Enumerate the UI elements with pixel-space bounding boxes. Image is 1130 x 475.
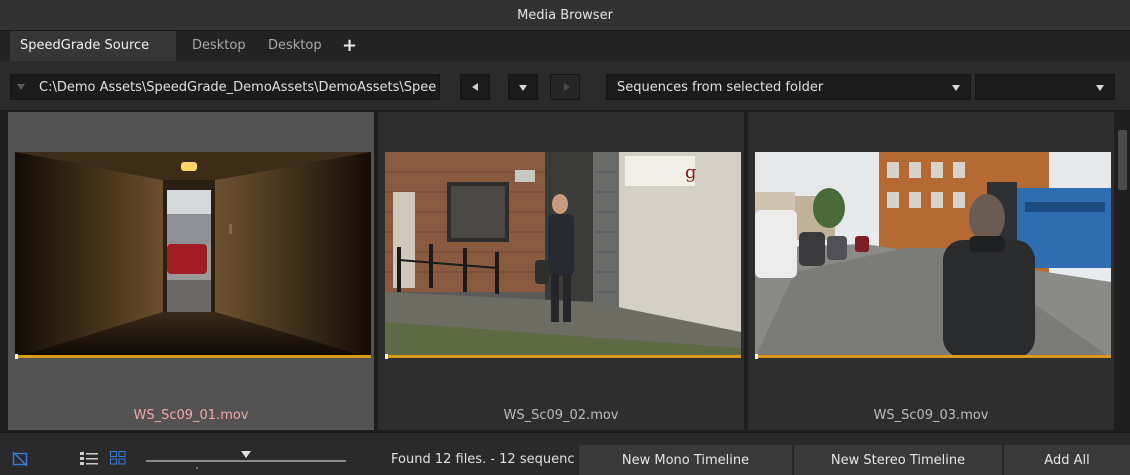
- arrow-right-icon: [564, 83, 570, 91]
- status-bar: Found 12 files. - 12 sequenc New Mono Ti…: [0, 432, 1130, 475]
- title-bar: Media Browser: [0, 0, 1130, 31]
- scrollbar-thumb[interactable]: [1118, 130, 1127, 190]
- arrow-left-icon: [472, 83, 478, 91]
- tab-bar: SpeedGrade Source Desktop Desktop +: [0, 31, 1130, 61]
- chevron-down-icon: [952, 85, 960, 91]
- sequence-filter-value: Sequences from selected folder: [617, 80, 824, 95]
- playhead[interactable]: [385, 354, 388, 359]
- playhead[interactable]: [15, 354, 18, 359]
- media-filename: WS_Sc09_01.mov: [133, 408, 249, 423]
- path-field[interactable]: C:\Demo Assets\SpeedGrade_DemoAssets\Dem…: [10, 74, 440, 100]
- new-mono-timeline-button[interactable]: New Mono Timeline: [578, 445, 792, 475]
- back-button[interactable]: [460, 74, 490, 100]
- tab-speedgrade-source[interactable]: SpeedGrade Source: [10, 31, 176, 61]
- add-all-button[interactable]: Add All: [1003, 445, 1130, 475]
- path-text: C:\Demo Assets\SpeedGrade_DemoAssets\Dem…: [39, 80, 437, 95]
- media-item[interactable]: WS_Sc09_01.mov: [8, 112, 374, 430]
- slider-handle[interactable]: [241, 451, 251, 458]
- media-filename: WS_Sc09_03.mov: [873, 408, 989, 423]
- tab-desktop-2[interactable]: Desktop: [258, 31, 332, 61]
- window-title: Media Browser: [517, 8, 613, 23]
- chevron-down-icon: [1096, 85, 1104, 91]
- media-filename: WS_Sc09_02.mov: [503, 408, 619, 423]
- playhead[interactable]: [755, 354, 758, 359]
- found-files-status: Found 12 files. - 12 sequenc: [391, 452, 575, 467]
- playback-progress-bar[interactable]: [755, 354, 1111, 359]
- vertical-scrollbar[interactable]: [1115, 112, 1130, 432]
- media-thumbnail[interactable]: g: [385, 152, 741, 358]
- add-tab-button[interactable]: +: [336, 31, 363, 61]
- list-view-icon[interactable]: [80, 451, 98, 465]
- filter-off-icon[interactable]: [12, 451, 28, 467]
- chevron-down-icon: [519, 85, 527, 91]
- path-toolbar: C:\Demo Assets\SpeedGrade_DemoAssets\Dem…: [0, 61, 1130, 111]
- new-stereo-timeline-button[interactable]: New Stereo Timeline: [793, 445, 1002, 475]
- forward-button[interactable]: [550, 74, 580, 100]
- playback-progress-bar[interactable]: [15, 354, 371, 359]
- tab-desktop-1[interactable]: Desktop: [182, 31, 256, 61]
- history-dropdown-button[interactable]: [508, 74, 538, 100]
- svg-text:g: g: [685, 162, 697, 183]
- media-thumbnail[interactable]: [755, 152, 1111, 358]
- media-item[interactable]: WS_Sc09_03.mov: [748, 112, 1114, 430]
- thumbnail-size-slider[interactable]: [146, 451, 346, 469]
- slider-tick: [196, 467, 198, 469]
- media-thumbnail[interactable]: [15, 152, 371, 358]
- media-grid: WS_Sc09_01.mov g WS_Sc09_02.mov WS_Sc09_…: [0, 112, 1115, 432]
- playback-progress-bar[interactable]: [385, 354, 741, 359]
- grid-view-icon[interactable]: [110, 451, 126, 465]
- collapse-triangle-icon[interactable]: [17, 84, 25, 90]
- sequence-filter-select[interactable]: Sequences from selected folder: [606, 74, 971, 100]
- media-item[interactable]: g WS_Sc09_02.mov: [378, 112, 744, 430]
- secondary-select[interactable]: [975, 74, 1115, 100]
